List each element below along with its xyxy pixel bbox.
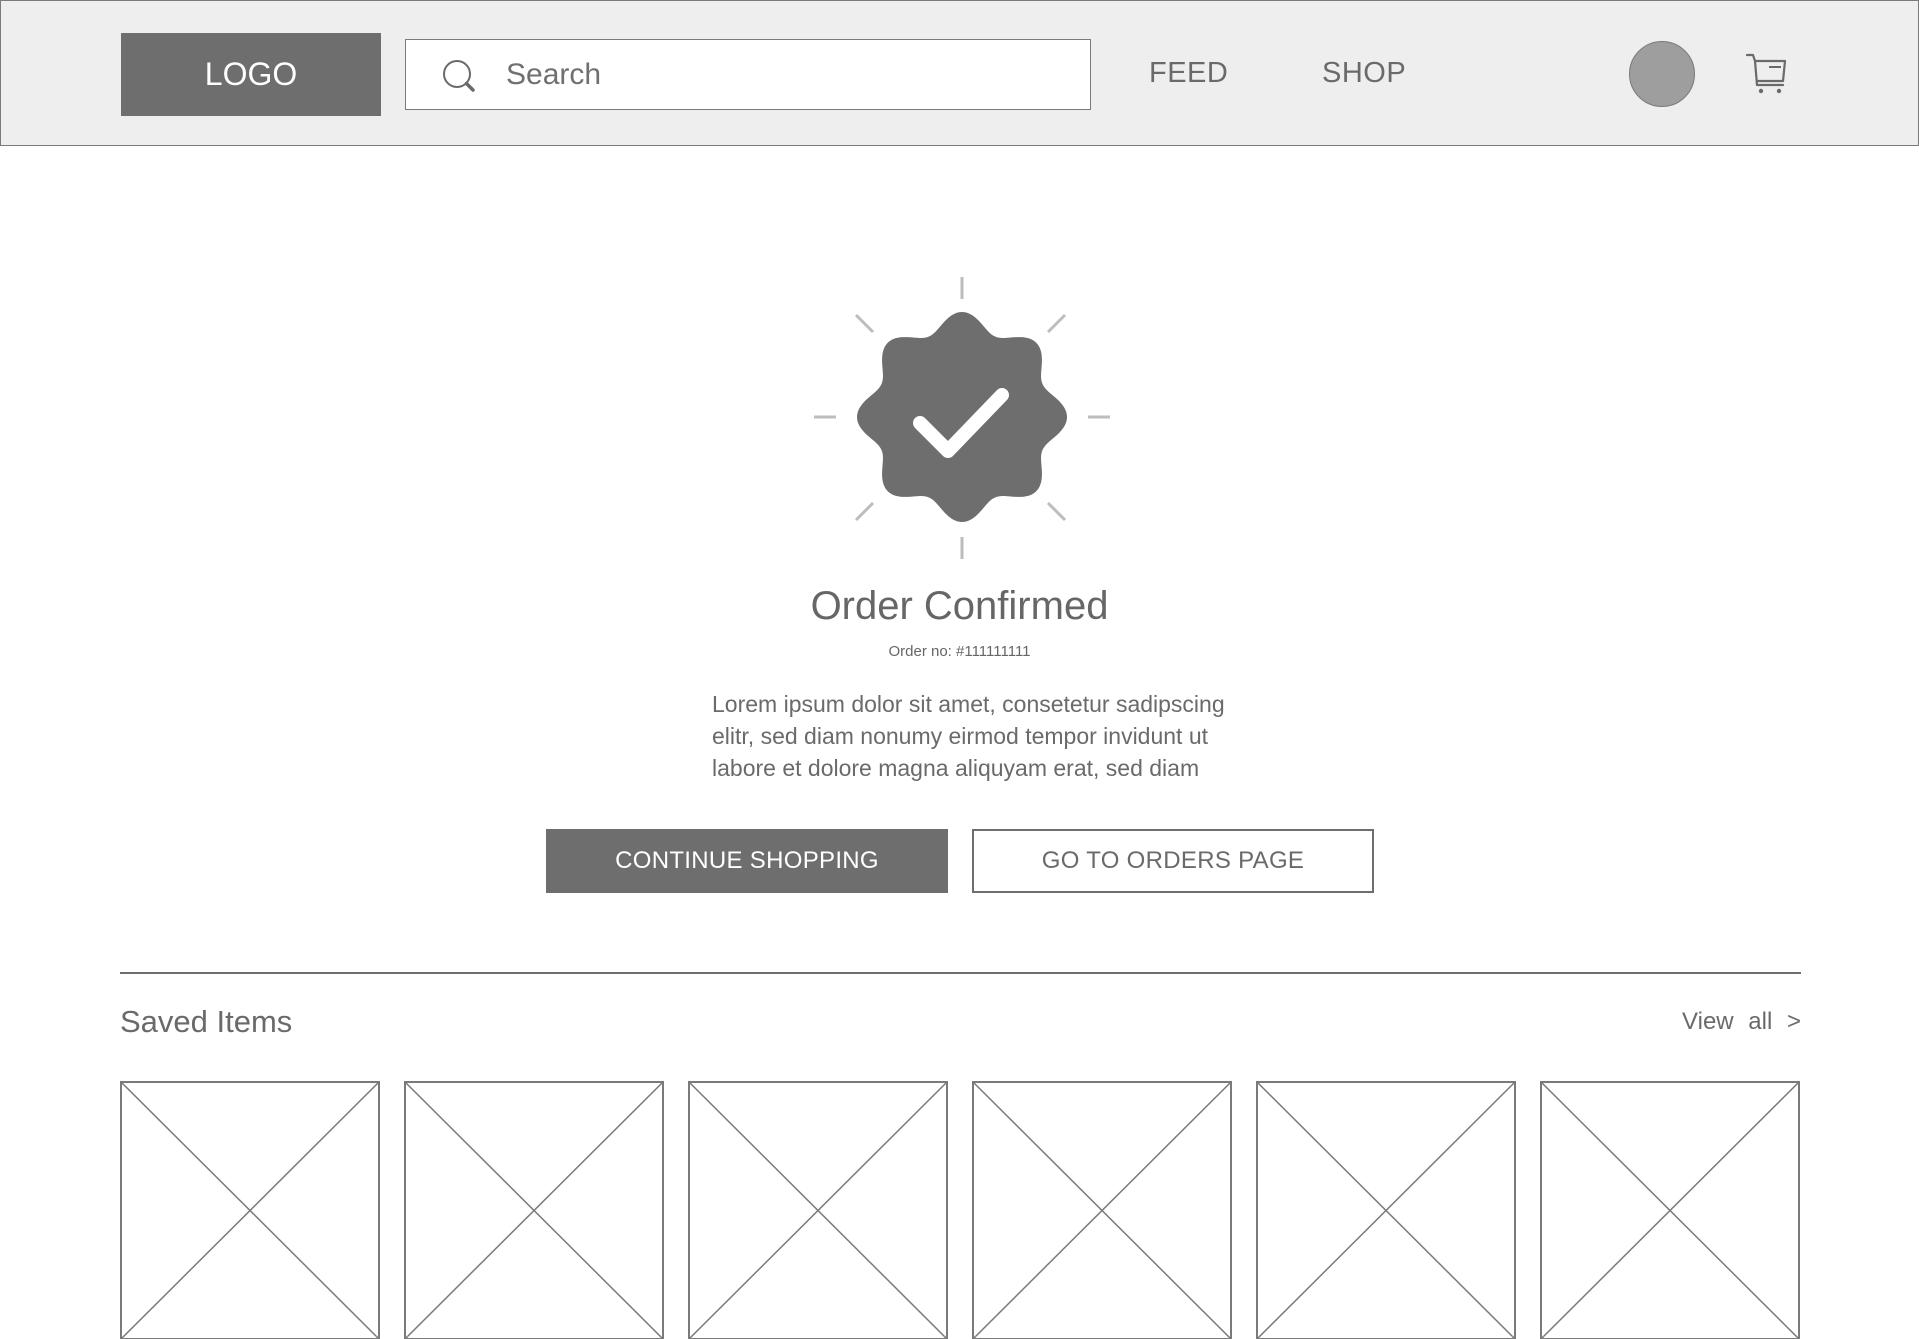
saved-items-title: Saved Items [120,1004,293,1039]
saved-item[interactable] [1540,1081,1800,1339]
header-bar: LOGO Search FEED SHOP [0,0,1919,146]
image-placeholder-icon [1540,1081,1800,1339]
order-confirmed-title: Order Confirmed [810,584,1109,628]
search-input[interactable]: Search [405,39,1091,110]
saved-item[interactable] [1256,1081,1516,1339]
view-all-link[interactable]: View all > [1682,1008,1801,1036]
search-icon [443,60,475,92]
cart-icon[interactable] [1745,51,1789,97]
saved-items-list [120,1081,1801,1339]
logo[interactable]: LOGO [121,33,381,116]
avatar[interactable] [1629,41,1695,107]
order-number: Order no: #111111111 [888,643,1031,660]
image-placeholder-icon [688,1081,948,1339]
search-placeholder: Search [506,57,602,91]
check-badge-icon [814,277,1110,559]
image-placeholder-icon [1256,1081,1516,1339]
saved-item[interactable] [972,1081,1232,1339]
saved-item[interactable] [120,1081,380,1339]
image-placeholder-icon [404,1081,664,1339]
nav-shop-link[interactable]: SHOP [1322,57,1406,90]
image-placeholder-icon [972,1081,1232,1339]
saved-item[interactable] [688,1081,948,1339]
section-divider [120,972,1801,974]
saved-item[interactable] [404,1081,664,1339]
confirmation-description: Lorem ipsum dolor sit amet, consetetur s… [712,691,1225,781]
image-placeholder-icon [120,1081,380,1339]
go-to-orders-button[interactable]: GO TO ORDERS PAGE [972,829,1374,893]
continue-shopping-button[interactable]: CONTINUE SHOPPING [546,829,948,893]
nav-feed-link[interactable]: FEED [1149,57,1228,90]
